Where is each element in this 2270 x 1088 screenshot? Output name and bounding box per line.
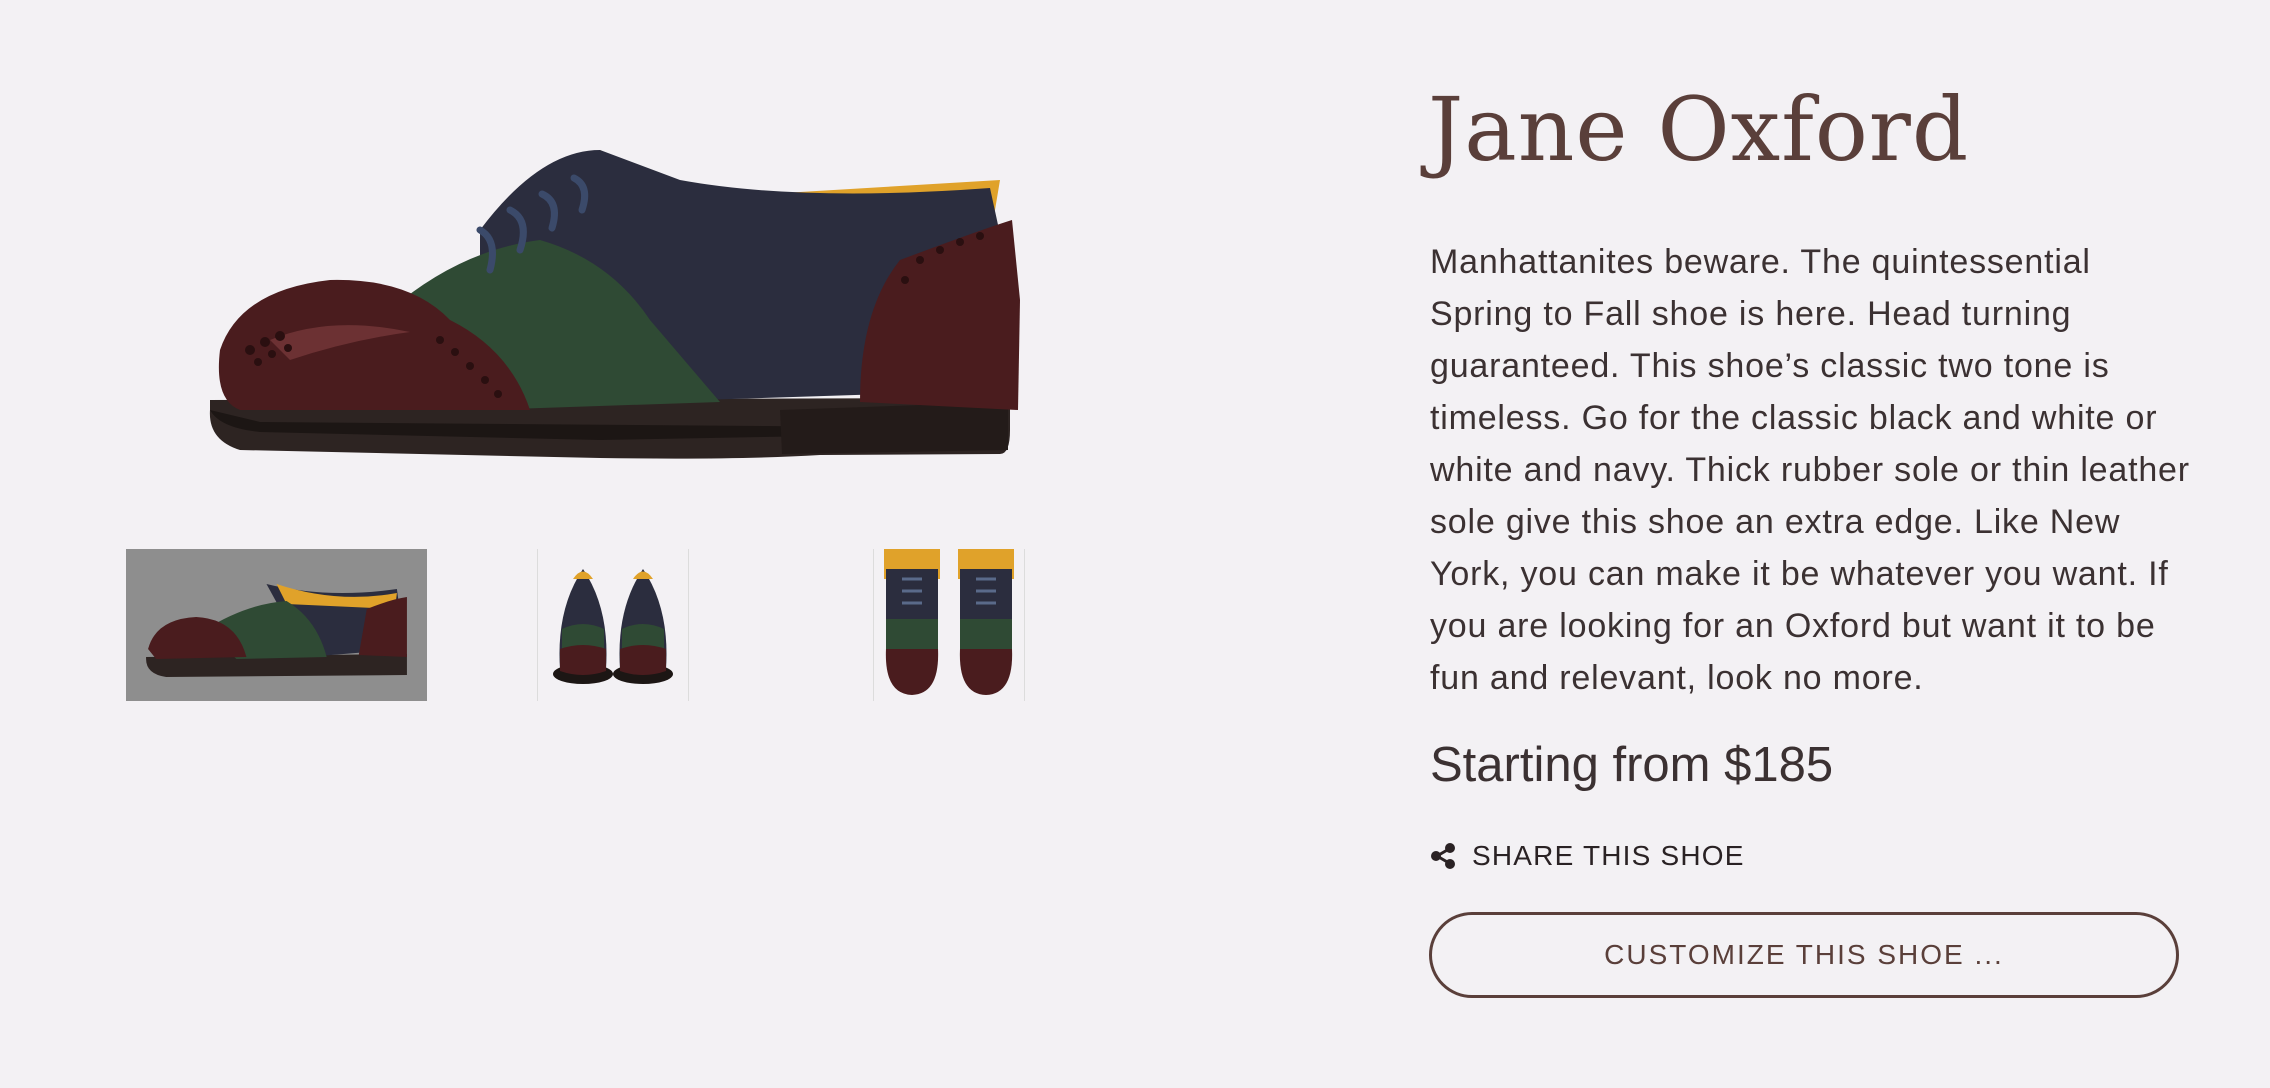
thumbnail-strip (0, 549, 1100, 701)
thumbnail-front-pair[interactable] (537, 549, 689, 701)
product-price: Starting from $185 (1430, 738, 1834, 792)
product-title: Jane Oxford (1428, 78, 1970, 181)
share-label: SHARE THIS SHOE (1472, 840, 1745, 871)
thumbnail-top-pair[interactable] (873, 549, 1025, 701)
customize-button[interactable]: CUSTOMIZE THIS SHOE ... (1429, 912, 2179, 998)
share-icon (1430, 843, 1456, 869)
thumbnail-side-view[interactable] (126, 549, 427, 701)
product-description: Manhattanites beware. The quintessential… (1430, 243, 2190, 697)
share-link[interactable]: SHARE THIS SHOE (1430, 840, 1745, 872)
main-product-image (180, 110, 1060, 530)
